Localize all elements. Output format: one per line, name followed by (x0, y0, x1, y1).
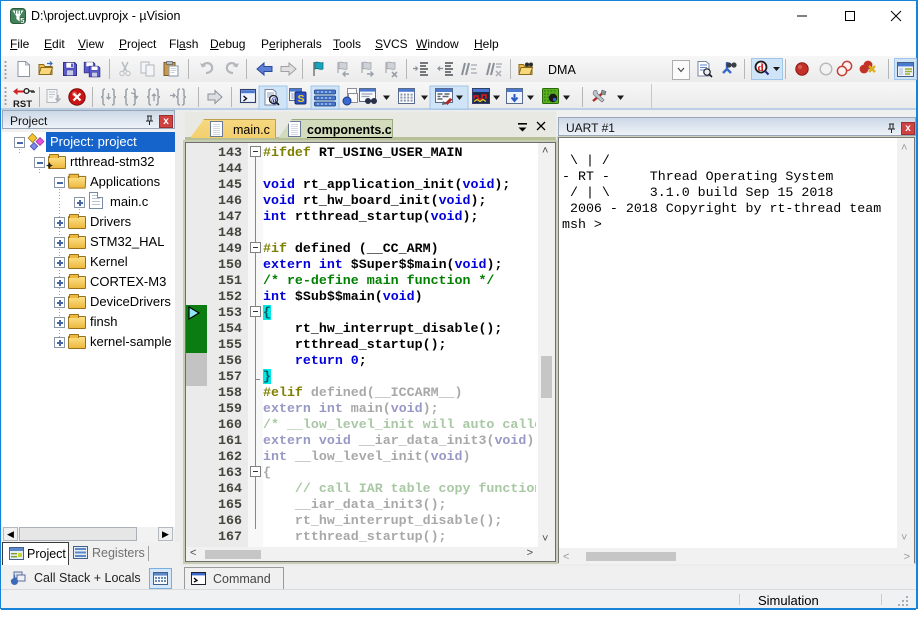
svg-text:S: S (298, 93, 305, 105)
svg-text:d: d (758, 62, 764, 74)
svg-text:RST: RST (13, 99, 32, 110)
svg-text:5: 5 (20, 16, 24, 24)
